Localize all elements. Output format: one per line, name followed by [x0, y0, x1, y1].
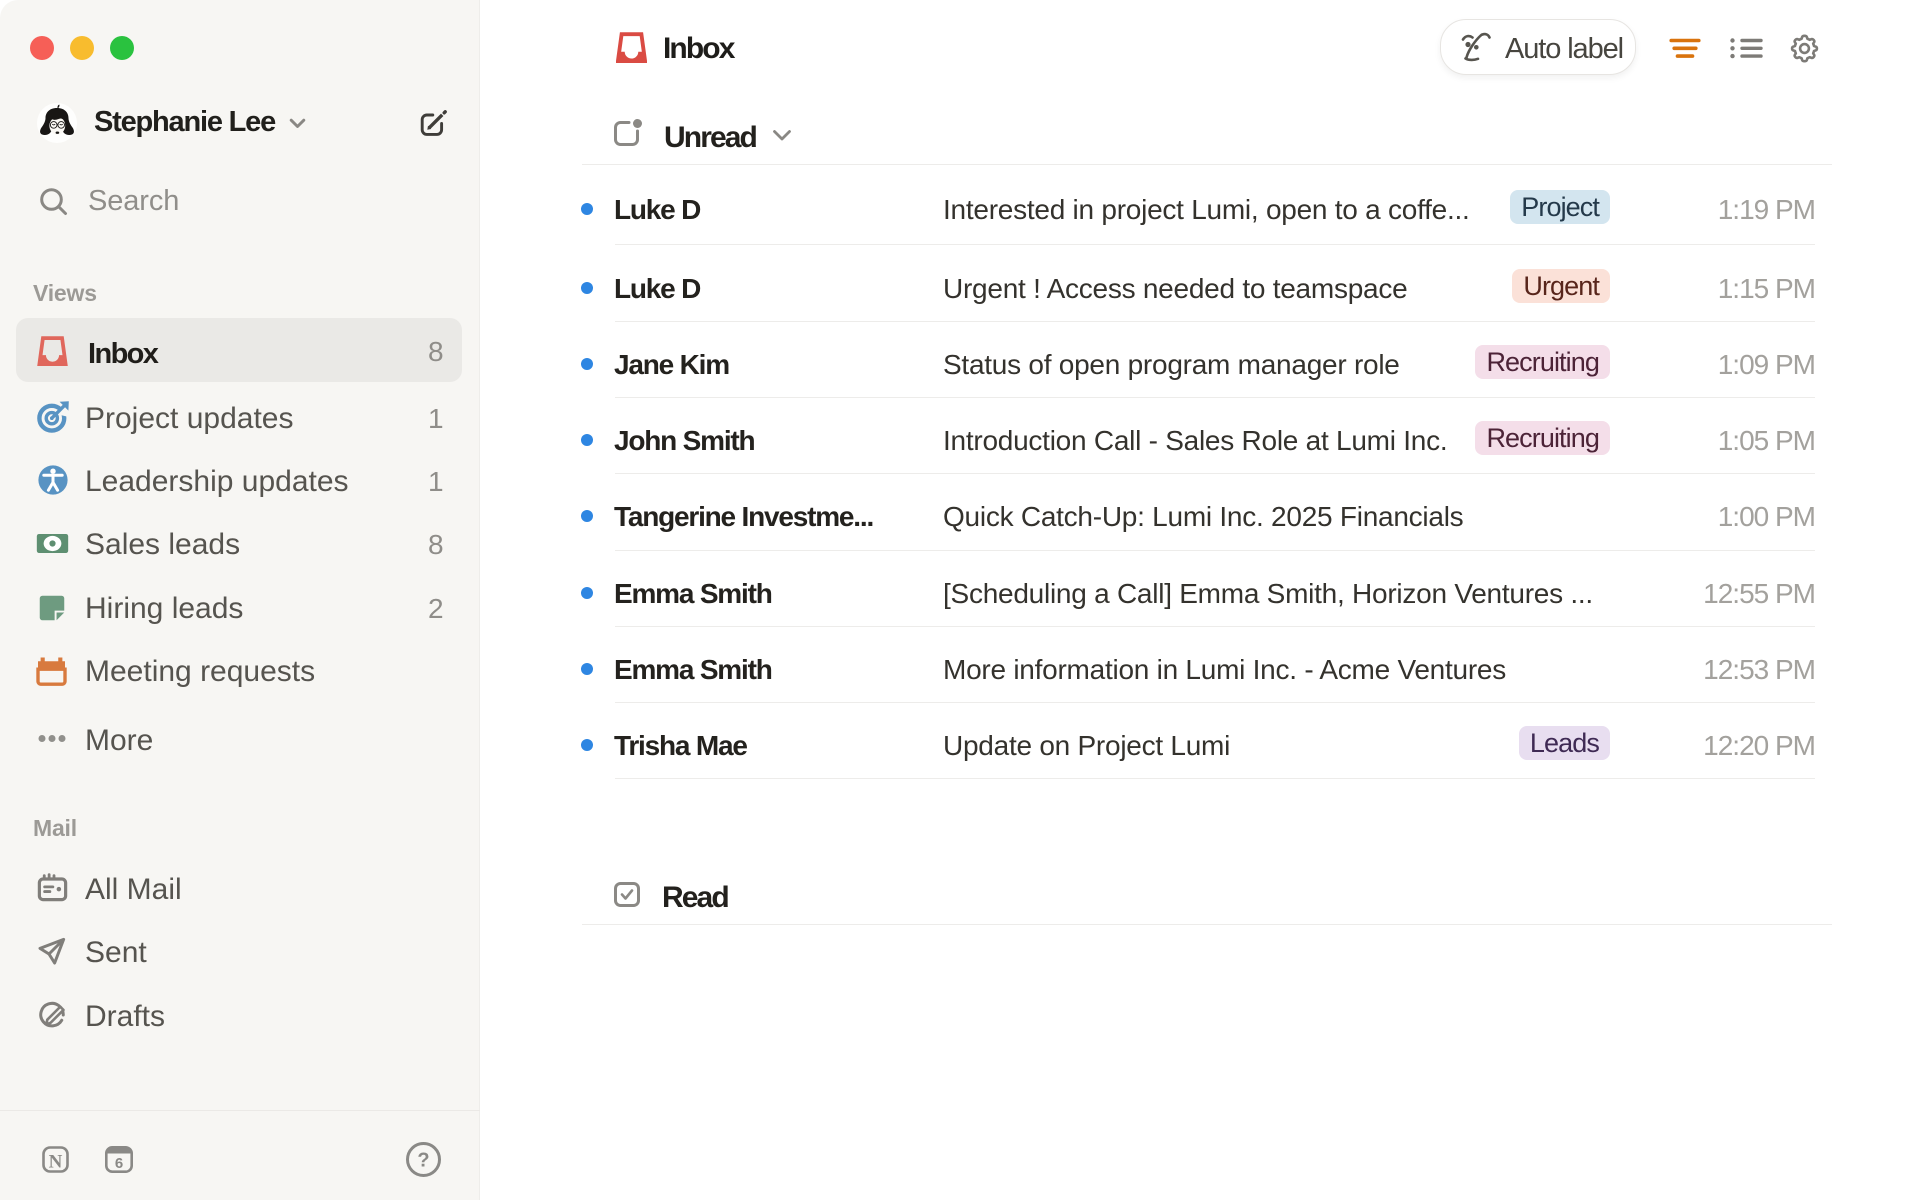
- svg-text:6: 6: [115, 1155, 123, 1172]
- svg-text:N: N: [49, 1152, 63, 1173]
- svg-text:?: ?: [417, 1150, 429, 1172]
